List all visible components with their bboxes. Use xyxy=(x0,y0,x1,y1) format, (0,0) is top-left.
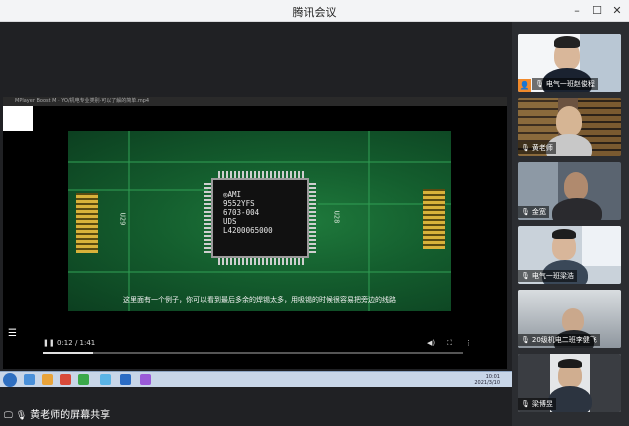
left-connector xyxy=(76,193,98,253)
player-title-bar: MPlayer Boost M · YO/机电专业类别·可以了解的简单.mp4 xyxy=(3,97,507,106)
mic-muted-icon: 🎙 xyxy=(521,208,530,216)
video-player: MPlayer Boost M · YO/机电专业类别·可以了解的简单.mp4 … xyxy=(3,97,507,369)
playlist-icon[interactable]: ☰ xyxy=(8,328,17,339)
title-bar: 腾讯会议 – ☐ ✕ xyxy=(0,0,629,22)
participant-tile[interactable]: 🎙 金宽 xyxy=(518,162,621,220)
maximize-icon[interactable]: ☐ xyxy=(588,3,606,19)
mic-muted-icon: 🎙 xyxy=(521,400,530,408)
participant-name: 🎙 电气一班赵俊程 xyxy=(532,78,598,90)
mic-icon: 🎙 xyxy=(521,144,530,152)
player-controls: ❚❚ 0:12 / 1:41 ◀) ⛶ ⋮ xyxy=(3,335,507,351)
participant-name: 🎙 梁博昱 xyxy=(518,398,556,410)
screen-share-owner: 黄老师的屏幕共享 xyxy=(30,410,111,421)
shared-screen: MPlayer Boost M · YO/机电专业类别·可以了解的简单.mp4 … xyxy=(0,22,512,426)
media-icon xyxy=(140,374,151,385)
chip: ◎AMI 9552YFS 6703-004 UDS L4200065000 xyxy=(211,178,309,258)
browser-icon xyxy=(24,374,35,385)
system-tray: 10:01 2021/3/10 xyxy=(474,374,500,386)
fullscreen-icon[interactable]: ⛶ xyxy=(447,335,452,351)
app4-icon xyxy=(120,374,131,385)
chip-marking: ◎AMI 9552YFS 6703-004 UDS L4200065000 xyxy=(223,190,273,235)
participant-name: 🎙 黄老师 xyxy=(518,142,556,154)
participant-sidebar: 👤 🎙 电气一班赵俊程 🎙 黄老师 🎙 金宽 🎙 电气一班梁浩 🎙 20级机电二… xyxy=(512,22,629,426)
app2-icon xyxy=(78,374,89,385)
participant-tile[interactable]: 🎙 电气一班梁浩 xyxy=(518,226,621,284)
app-icon xyxy=(60,374,71,385)
screen-share-icon: 🖵 xyxy=(4,411,13,421)
progress-bar[interactable] xyxy=(43,352,463,354)
video-frame: U29 U28 ◎AMI 9552YFS 6703-004 UDS L42000… xyxy=(68,131,451,311)
participant-tile[interactable]: 🎙 20级机电二班李健飞 xyxy=(518,290,621,348)
label-u28: U28 xyxy=(332,210,341,224)
folder-icon xyxy=(42,374,53,385)
screen-share-label: 🖵 🎙 黄老师的屏幕共享 xyxy=(4,409,110,423)
time-display: 0:12 / 1:41 xyxy=(57,339,96,347)
player-thumbnail xyxy=(3,106,33,131)
right-connector xyxy=(423,189,445,249)
player-title: MPlayer Boost M · YO/机电专业类别·可以了解的简单.mp4 xyxy=(15,98,150,104)
volume-icon[interactable]: ◀) xyxy=(427,335,435,351)
participant-tile[interactable]: 🎙 梁博昱 xyxy=(518,354,621,412)
tray-date: 2021/3/10 xyxy=(474,380,500,386)
app3-icon xyxy=(100,374,111,385)
label-u29: U29 xyxy=(118,212,127,226)
participant-tile[interactable]: 🎙 黄老师 xyxy=(518,98,621,156)
start-icon xyxy=(3,373,17,387)
remote-taskbar: 10:01 2021/3/10 xyxy=(0,371,512,387)
more-options-icon[interactable]: ⋮ xyxy=(465,335,472,351)
mic-icon: 🎙 xyxy=(15,411,28,421)
progress-fill xyxy=(43,352,94,354)
avatar-icon: 👤 xyxy=(518,79,531,92)
mic-muted-icon: 🎙 xyxy=(535,80,544,88)
window-title: 腾讯会议 xyxy=(292,6,337,19)
video-subtitle: 这里面有一个例子，你可以看到最后多余的焊锡太多，用吸锡的时候很容易把旁边的线路 xyxy=(123,296,396,304)
mic-muted-icon: 🎙 xyxy=(521,336,530,344)
participant-name: 🎙 电气一班梁浩 xyxy=(518,270,577,282)
mic-muted-icon: 🎙 xyxy=(521,272,530,280)
play-pause-icon[interactable]: ❚❚ xyxy=(43,335,55,351)
participant-tile[interactable]: 👤 🎙 电气一班赵俊程 xyxy=(518,34,621,92)
participant-name: 🎙 金宽 xyxy=(518,206,549,218)
minimize-icon[interactable]: – xyxy=(568,3,586,19)
close-icon[interactable]: ✕ xyxy=(608,3,626,19)
participant-name: 🎙 20级机电二班李健飞 xyxy=(518,334,600,346)
